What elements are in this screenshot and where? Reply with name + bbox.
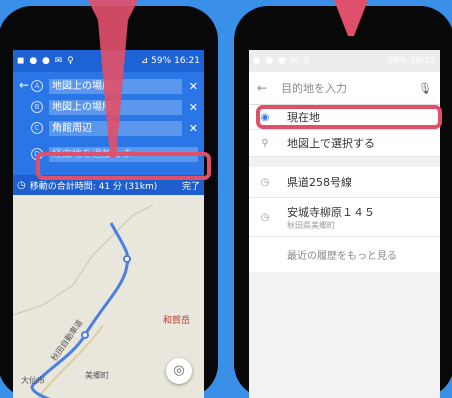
pointer-arrow: [334, 0, 368, 36]
status-time: 16:22: [410, 56, 436, 66]
signal-battery: ⊿ 59% 16:21: [140, 56, 200, 66]
waypoint-marker: B: [31, 101, 43, 113]
right-phone: ◼ ● ● ✉ ♀ 59% 16:22 ← 目的地を入力 🎙 ◉ 現在地 ⚲ 地…: [234, 6, 452, 398]
history-title: 安城寺柳原１４５: [287, 205, 375, 219]
history-subtitle: 秋田県美郷町: [287, 220, 335, 230]
back-arrow-icon[interactable]: ←: [19, 78, 29, 92]
more-history-link[interactable]: 最近の履歴をもっと見る: [249, 237, 440, 272]
map-pin-icon: ⚲: [261, 137, 269, 149]
status-time: 16:21: [174, 56, 200, 66]
select-on-map-label: 地図上で選択する: [287, 137, 375, 150]
map-view[interactable]: 秋田自動車道 大仙市 美郷町 和賀岳 ◎: [13, 195, 204, 398]
page: { "left_phone": { "status": {"icons": "◼…: [0, 0, 452, 398]
divider: [249, 157, 440, 167]
route-line: [30, 222, 130, 398]
remove-waypoint-icon[interactable]: ✕: [182, 122, 198, 135]
microphone-icon[interactable]: 🎙: [418, 82, 432, 95]
waypoint-marker: A: [31, 80, 43, 92]
map-label-misato: 美郷町: [85, 371, 109, 380]
history-text: 安城寺柳原１４５ 秋田県美郷町: [287, 204, 375, 231]
select-on-map-item[interactable]: ⚲ 地図上で選択する: [249, 130, 440, 157]
my-location-icon[interactable]: ◎: [166, 358, 192, 384]
pointer-arrow: [88, 0, 138, 158]
right-screen: ◼ ● ● ✉ ♀ 59% 16:22 ← 目的地を入力 🎙 ◉ 現在地 ⚲ 地…: [249, 50, 440, 398]
map-label-waga: 和賀岳: [163, 316, 191, 326]
route-stop: [81, 331, 89, 339]
status-bar: ◼ ● ● ✉ ♀ 59% 16:22: [249, 50, 440, 72]
remove-waypoint-icon[interactable]: ✕: [182, 80, 198, 93]
total-time: 移動の合計時間: 41 分 (31km): [29, 181, 158, 192]
destination-input[interactable]: 目的地を入力: [281, 80, 347, 96]
signal-battery: 59% 16:22: [387, 56, 436, 66]
notification-icons: ◼ ● ● ✉ ♀: [17, 56, 75, 66]
clock-icon: ◷: [17, 179, 26, 191]
history-clock-icon: ◷: [260, 176, 270, 188]
history-title: 県道258号線: [287, 176, 352, 189]
suggestion-list: ◉ 現在地 ⚲ 地図上で選択する ◷ 県道258号線 ◷ 安城寺柳原１４５ 秋田…: [249, 105, 440, 272]
route-stop: [123, 255, 131, 263]
remove-waypoint-icon[interactable]: ✕: [182, 101, 198, 114]
notification-icons: ◼ ● ● ✉ ♀: [253, 56, 311, 66]
destination-search-bar[interactable]: ← 目的地を入力 🎙: [249, 72, 440, 105]
history-item[interactable]: ◷ 安城寺柳原１４５ 秋田県美郷町: [249, 198, 440, 237]
history-clock-icon: ◷: [260, 211, 270, 223]
done-button[interactable]: 完了: [182, 179, 200, 192]
waypoint-marker: C: [31, 122, 43, 134]
highlight-current-location: [256, 105, 442, 129]
back-arrow-icon[interactable]: ←: [257, 81, 267, 95]
history-item[interactable]: ◷ 県道258号線: [249, 167, 440, 198]
